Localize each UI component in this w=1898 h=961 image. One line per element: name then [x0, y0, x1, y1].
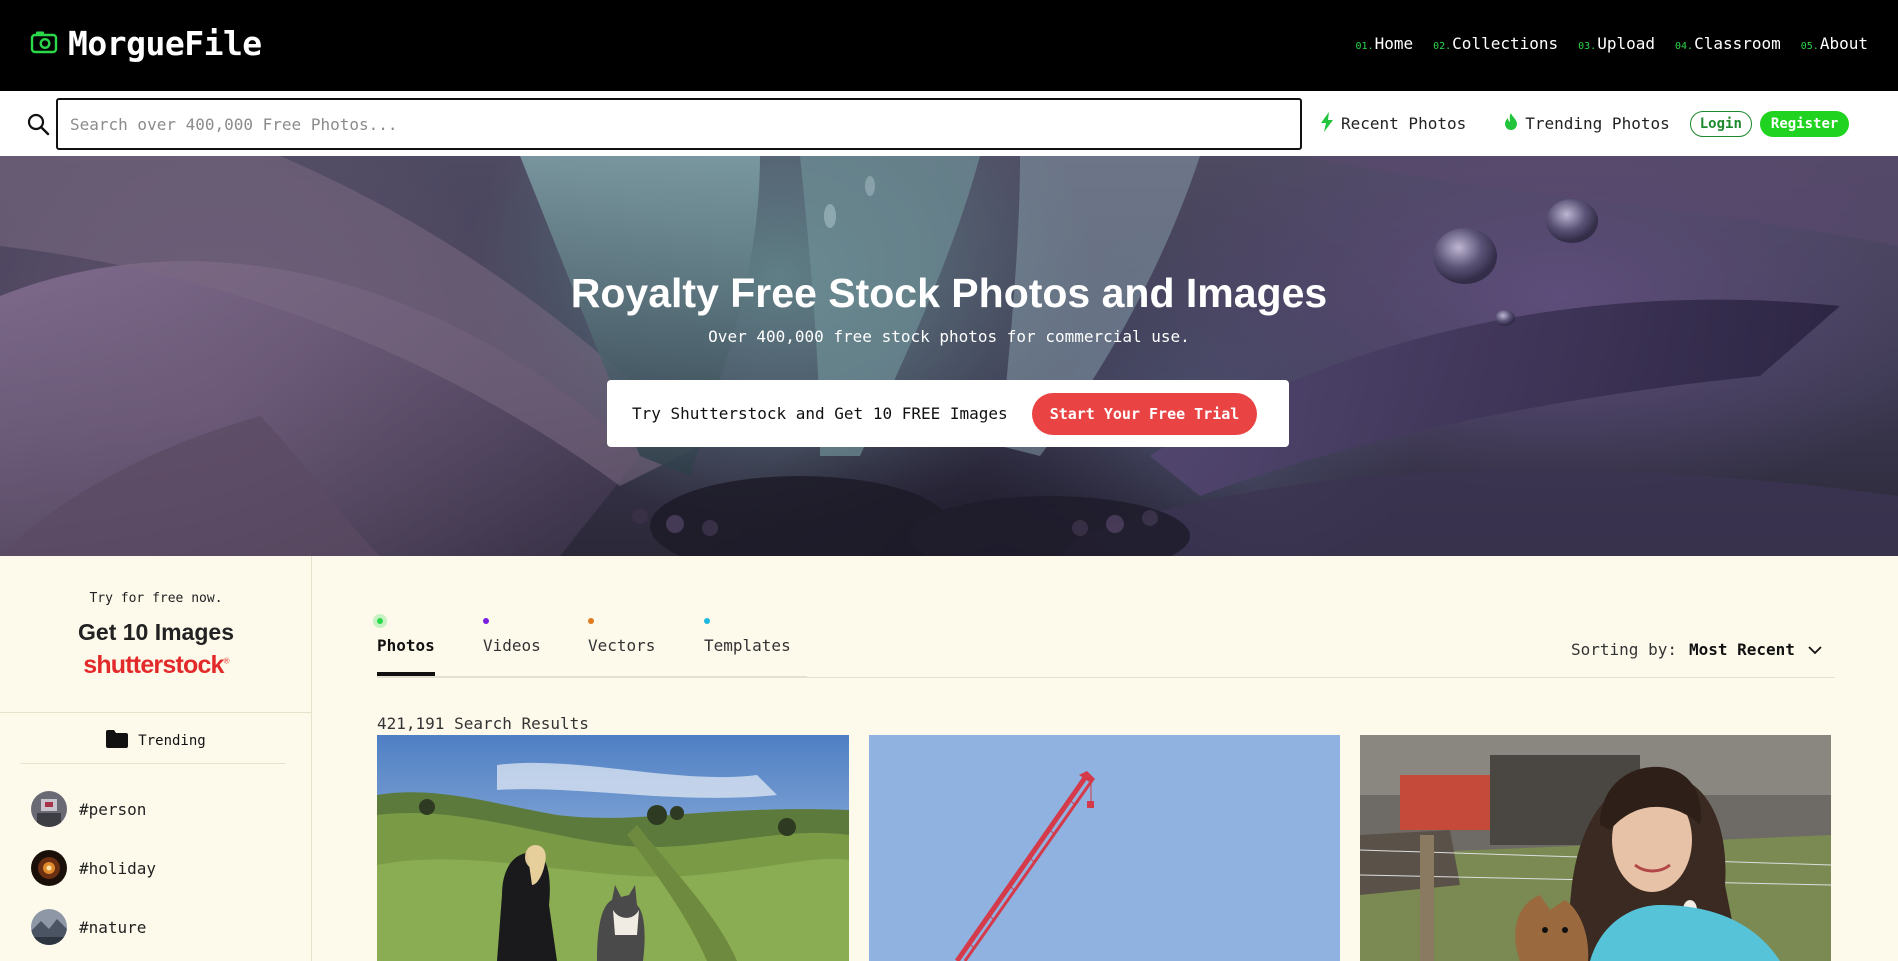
shutterstock-logo-mark: ®	[223, 656, 230, 666]
sidebar-offer-heading: Get 10 Images	[78, 619, 234, 645]
sidebar: Try for free now. Get 10 Images shutters…	[0, 556, 312, 961]
flame-icon	[1504, 112, 1518, 135]
nav-number: 05.	[1800, 41, 1819, 52]
photo-card[interactable]	[1360, 735, 1831, 961]
brand-name: MorgueFile	[68, 24, 262, 63]
search-icon[interactable]	[26, 112, 50, 140]
register-button[interactable]: Register	[1759, 110, 1850, 137]
sidebar-trending-header[interactable]: Trending	[0, 730, 312, 752]
nav-label: Home	[1374, 34, 1414, 53]
sort-label: Sorting by:	[1571, 640, 1677, 659]
nav-about[interactable]: 05. About	[1801, 34, 1868, 53]
tag-label: #person	[79, 799, 147, 819]
trending-photos-link[interactable]: Trending Photos	[1504, 112, 1670, 135]
avatar	[31, 909, 67, 945]
nav-label: About	[1819, 34, 1868, 53]
nav-number: 02.	[1433, 41, 1452, 52]
nav-upload[interactable]: 03. Upload	[1578, 34, 1655, 53]
media-type-tabs: Photos Videos Vectors Templates	[377, 608, 807, 678]
hero-title: Royalty Free Stock Photos and Images	[570, 270, 1328, 316]
tab-label: Videos	[483, 636, 541, 655]
tag-label: #nature	[79, 917, 147, 937]
login-button[interactable]: Login	[1689, 110, 1752, 137]
sort-dropdown[interactable]: Sorting by: Most Recent	[1571, 640, 1823, 659]
shutterstock-promo: Try Shutterstock and Get 10 FREE Images …	[607, 380, 1289, 447]
sidebar-try-text: Try for free now.	[89, 591, 223, 606]
search-bar-row: Recent Photos Trending Photos Login Regi…	[0, 91, 1898, 156]
trending-photos-label: Trending Photos	[1525, 114, 1670, 133]
avatar	[31, 850, 67, 886]
photo-red-crane	[869, 735, 1340, 961]
top-navbar: MorgueFile 01. Home 02. Collections 03. Upl…	[0, 0, 1898, 91]
avatar	[31, 791, 67, 827]
sidebar-divider	[0, 712, 311, 713]
brand-logo[interactable]: MorgueFile	[30, 24, 262, 63]
promo-text: Try Shutterstock and Get 10 FREE Images	[632, 404, 1008, 423]
bolt-icon	[1320, 111, 1334, 136]
active-tab-indicator	[377, 672, 435, 676]
sidebar-divider	[20, 763, 286, 764]
shutterstock-logo[interactable]: shutterstock®	[0, 651, 312, 680]
photo-woman-with-dog	[1360, 735, 1831, 961]
shutterstock-logo-text: shutterstock	[83, 651, 224, 679]
tag-holiday[interactable]: #holiday	[31, 850, 156, 886]
nav-label: Collections	[1452, 34, 1559, 53]
trending-label: Trending	[138, 733, 206, 749]
quick-links: Recent Photos Trending Photos Login Regi…	[1320, 91, 1850, 156]
tag-nature[interactable]: #nature	[31, 909, 146, 945]
photo-card[interactable]	[377, 735, 849, 961]
tag-label: #holiday	[79, 858, 157, 878]
tab-label: Vectors	[588, 636, 656, 655]
main-nav: 01. Home 02. Collections 03. Upload 04. Clas…	[1356, 34, 1868, 53]
nav-number: 01.	[1355, 41, 1374, 52]
chevron-down-icon	[1807, 640, 1823, 659]
photo-card[interactable]	[869, 735, 1340, 961]
folder-icon	[106, 730, 129, 752]
nav-number: 03.	[1578, 41, 1597, 52]
tab-label: Templates	[704, 636, 791, 655]
nav-home[interactable]: 01. Home	[1356, 34, 1414, 53]
recent-photos-link[interactable]: Recent Photos	[1320, 111, 1467, 136]
sort-value: Most Recent	[1688, 640, 1795, 659]
nav-label: Classroom	[1694, 34, 1781, 53]
search-input[interactable]	[56, 98, 1302, 150]
tabs-divider	[807, 677, 1835, 678]
hero-background-image	[0, 156, 1898, 556]
recent-photos-label: Recent Photos	[1341, 114, 1467, 133]
results-count: 421,191 Search Results	[377, 714, 589, 733]
start-free-trial-button[interactable]: Start Your Free Trial	[1031, 392, 1258, 435]
nav-collections[interactable]: 02. Collections	[1433, 34, 1558, 53]
hero-subtitle: Over 400,000 free stock photos for comme…	[708, 327, 1190, 346]
status-dot	[377, 618, 383, 624]
tag-person[interactable]: #person	[31, 791, 146, 827]
camera-icon	[30, 30, 58, 58]
nav-number: 04.	[1675, 41, 1694, 52]
photo-hikers-hills	[377, 735, 849, 961]
status-dot	[483, 618, 489, 624]
tab-label: Photos	[377, 636, 435, 655]
hero-banner: Royalty Free Stock Photos and Images Ove…	[0, 156, 1898, 556]
nav-classroom[interactable]: 04. Classroom	[1675, 34, 1781, 53]
status-dot	[588, 618, 594, 624]
nav-label: Upload	[1597, 34, 1655, 53]
status-dot	[704, 618, 710, 624]
